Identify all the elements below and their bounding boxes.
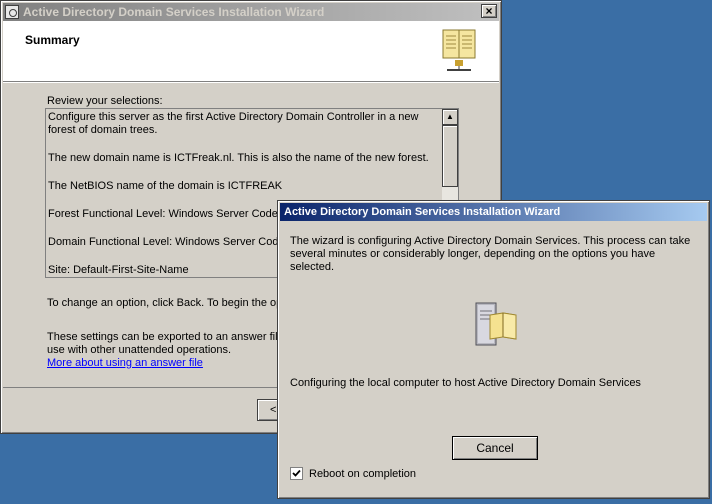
close-button[interactable]: × [481,4,497,18]
main-window-title: Active Directory Domain Services Install… [23,5,325,19]
main-title-bar[interactable]: Active Directory Domain Services Install… [3,3,499,21]
checkmark-icon [292,469,301,477]
progress-title-bar[interactable]: Active Directory Domain Services Install… [280,203,707,221]
review-label: Review your selections: [47,95,163,107]
reboot-option[interactable]: Reboot on completion [290,467,416,480]
reboot-label: Reboot on completion [309,467,417,480]
cancel-button[interactable]: Cancel [452,436,538,460]
book-network-icon [442,29,476,71]
scroll-thumb[interactable] [442,125,458,187]
progress-dialog: Active Directory Domain Services Install… [277,200,710,499]
header-divider [3,82,499,83]
export-text: These settings can be exported to an ans… [47,331,300,356]
summary-line: The NetBIOS name of the domain is ICTFRE… [48,180,283,192]
progress-description: The wizard is configuring Active Directo… [290,235,691,273]
progress-status: Configuring the local computer to host A… [290,377,641,389]
window-system-icon[interactable] [5,5,19,19]
summary-line: The new domain name is ICTFreak.nl. This… [48,152,429,164]
answer-file-link[interactable]: More about using an answer file [47,357,203,369]
wizard-header: Summary [3,21,499,82]
page-title: Summary [25,33,80,47]
domain-controller-book-icon [475,302,517,346]
scroll-up-icon[interactable]: ▲ [442,109,458,125]
reboot-checkbox[interactable] [290,467,303,480]
summary-line: Configure this server as the first Activ… [48,111,419,136]
progress-dialog-title: Active Directory Domain Services Install… [284,206,561,218]
